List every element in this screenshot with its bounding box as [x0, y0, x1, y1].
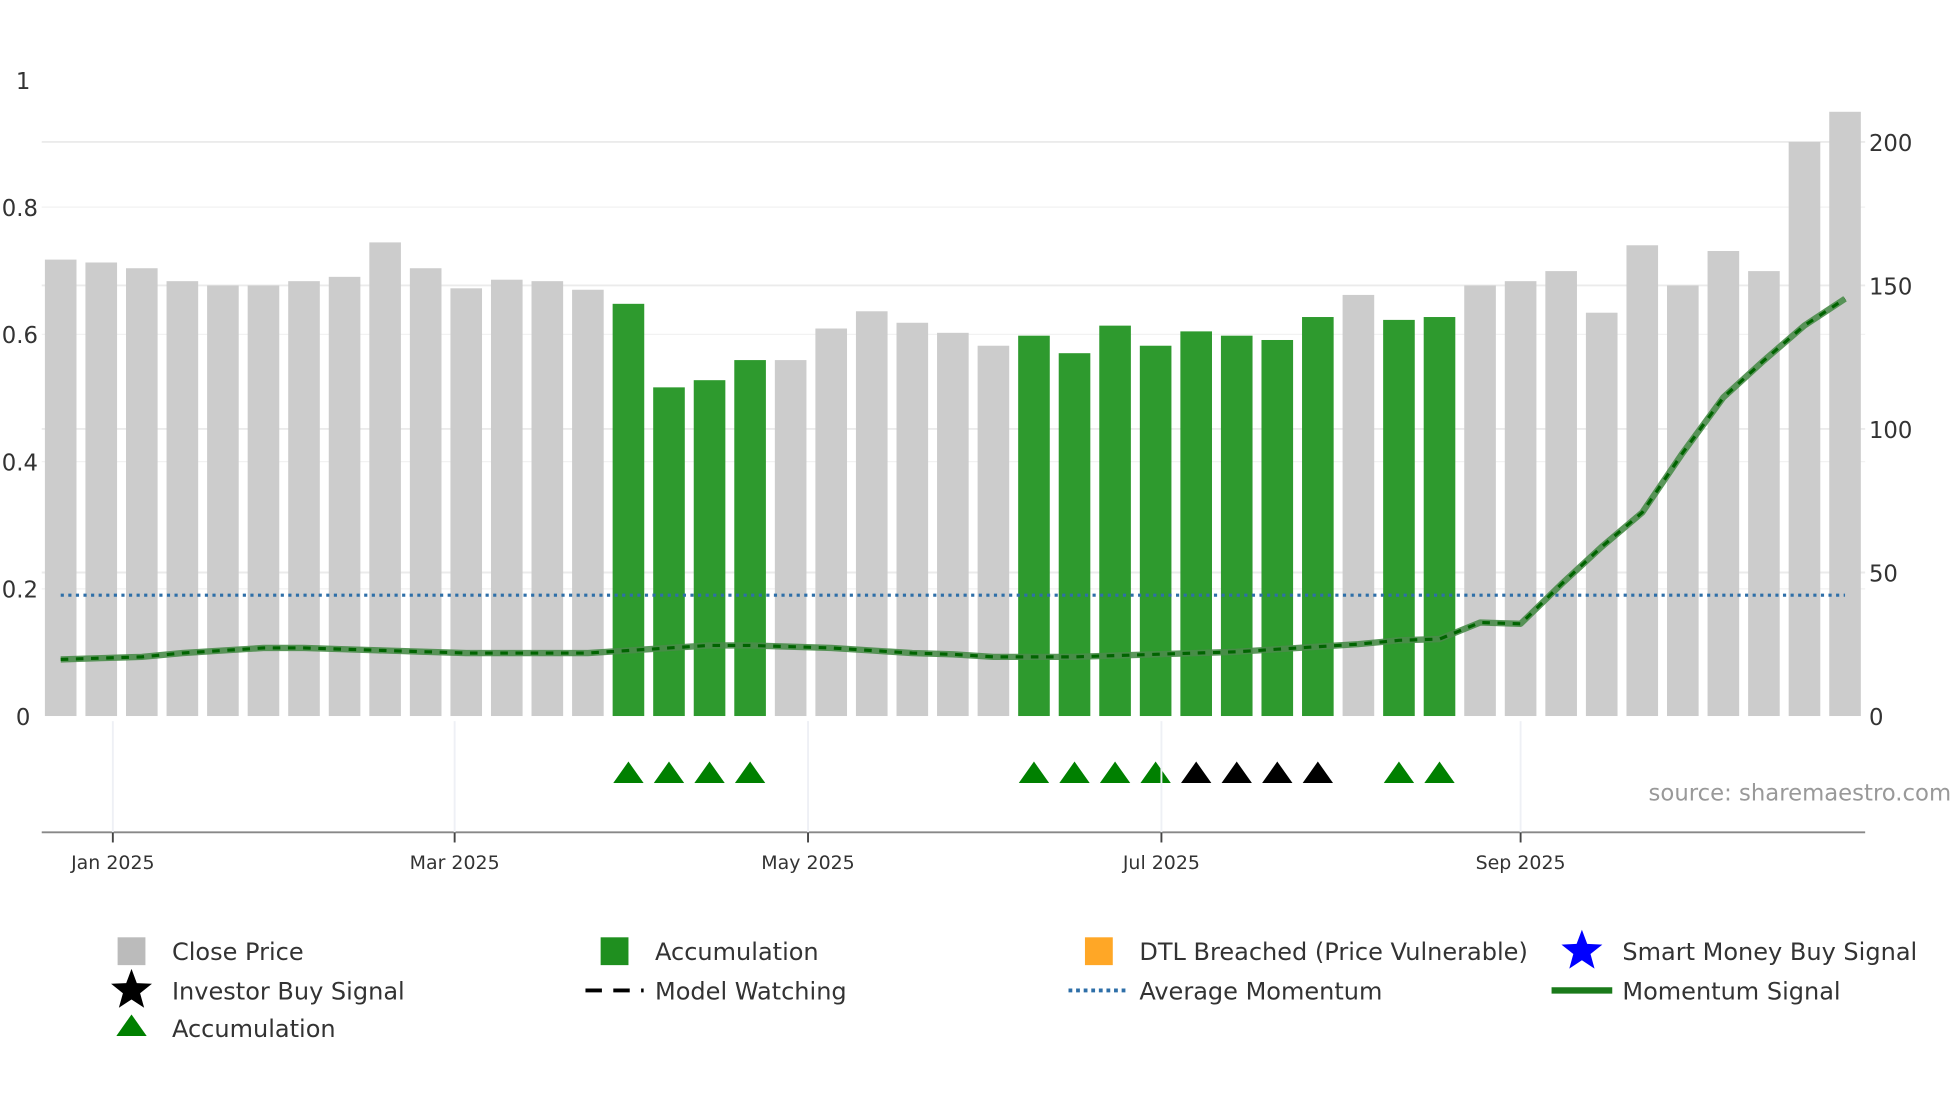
close-price-bar — [369, 242, 401, 717]
accumulation-bar — [1139, 345, 1172, 717]
left-tick-label: 0.2 — [2, 578, 38, 604]
legend-label: Average Momentum — [1139, 977, 1382, 1005]
right-tick-label: 150 — [1869, 274, 1912, 300]
accumulation-triangle — [1140, 761, 1171, 784]
accumulation-bar — [1423, 317, 1456, 717]
close-price-legend-icon — [117, 937, 146, 966]
right-tick-label: 0 — [1869, 705, 1883, 731]
close-price-bar — [774, 360, 807, 717]
price-bars — [44, 111, 1861, 717]
accumulation-triangle-legend-icon — [116, 1014, 147, 1036]
legend-label: Accumulation — [655, 938, 819, 966]
momentum-chart: Jan 2025 Mar 2025 May 2025 Jul 2025 Sep 2025… — [2, 69, 1952, 1043]
close-price-bar — [1585, 312, 1618, 717]
accumulation-bar — [734, 360, 766, 717]
close-price-bar — [1829, 111, 1861, 717]
legend: Close Price Accumulation DTL Breached (Pri… — [111, 929, 1917, 1043]
legend-label: Accumulation — [172, 1015, 336, 1043]
left-tick-label: 0.8 — [2, 196, 38, 222]
investor-triangle — [1221, 761, 1252, 784]
x-tick-label: Jul 2025 — [1122, 852, 1200, 874]
source-label: source: sharemaestro.com — [1649, 781, 1952, 807]
accumulation-triangle — [613, 761, 644, 784]
close-price-bar — [1788, 141, 1821, 717]
accumulation-triangle — [1059, 761, 1090, 784]
legend-label: Model Watching — [655, 977, 847, 1005]
accumulation-bar — [1058, 353, 1091, 717]
close-price-bar — [44, 259, 77, 717]
legend-label: Smart Money Buy Signal — [1622, 938, 1917, 966]
x-tick-label: Jan 2025 — [70, 852, 154, 874]
accumulation-triangle — [1099, 761, 1131, 784]
legend-label: Momentum Signal — [1622, 977, 1840, 1005]
investor-triangle — [1302, 761, 1334, 784]
dtl-breached-legend-icon — [1084, 937, 1113, 966]
close-price-bar — [1545, 271, 1577, 717]
accumulation-bar — [693, 380, 726, 717]
accumulation-bar — [653, 387, 685, 717]
close-price-bar — [125, 268, 158, 717]
accumulation-triangle — [1424, 761, 1455, 784]
smart-money-star-icon — [1561, 929, 1603, 969]
left-tick-label: 0 — [16, 705, 30, 731]
accumulation-legend-icon — [600, 937, 629, 966]
x-tick-label: Mar 2025 — [410, 852, 500, 874]
close-price-bar — [1748, 271, 1780, 717]
accumulation-bar — [1302, 317, 1334, 717]
right-tick-label: 50 — [1869, 561, 1898, 587]
right-tick-label: 100 — [1869, 418, 1912, 444]
legend-label: DTL Breached (Price Vulnerable) — [1139, 938, 1528, 966]
close-price-bar — [1667, 285, 1699, 717]
investor-triangle — [1262, 761, 1293, 784]
accumulation-triangle — [734, 761, 766, 784]
x-tick-label: May 2025 — [761, 852, 854, 874]
left-tick-label: 1 — [16, 69, 30, 95]
investor-star-icon — [111, 968, 152, 1008]
close-price-bar — [1464, 285, 1496, 717]
accumulation-bar — [1180, 331, 1212, 717]
left-tick-label: 0.4 — [2, 450, 38, 476]
accumulation-triangle — [1383, 761, 1415, 784]
x-tick-label: Sep 2025 — [1476, 852, 1566, 874]
close-price-bar — [1504, 281, 1537, 717]
close-price-bar — [1626, 245, 1659, 717]
close-price-bar — [1707, 251, 1740, 717]
close-price-bar — [896, 322, 929, 717]
accumulation-triangle — [1018, 761, 1050, 784]
legend-label: Investor Buy Signal — [172, 977, 405, 1005]
left-tick-label: 0.6 — [2, 323, 38, 349]
close-price-bar — [855, 311, 888, 717]
legend-label: Close Price — [172, 938, 304, 966]
right-tick-label: 200 — [1869, 131, 1912, 157]
investor-triangle — [1181, 761, 1212, 784]
close-price-bar — [937, 332, 969, 717]
accumulation-triangle — [694, 761, 725, 784]
close-price-bar — [815, 328, 848, 717]
close-price-bar — [977, 345, 1010, 717]
signal-markers — [613, 761, 1455, 784]
accumulation-bar — [1261, 339, 1294, 717]
close-price-bar — [1342, 294, 1375, 717]
accumulation-bar — [1383, 319, 1415, 717]
accumulation-bar — [1220, 335, 1253, 717]
accumulation-triangle — [653, 761, 685, 784]
close-price-bar — [85, 262, 118, 717]
